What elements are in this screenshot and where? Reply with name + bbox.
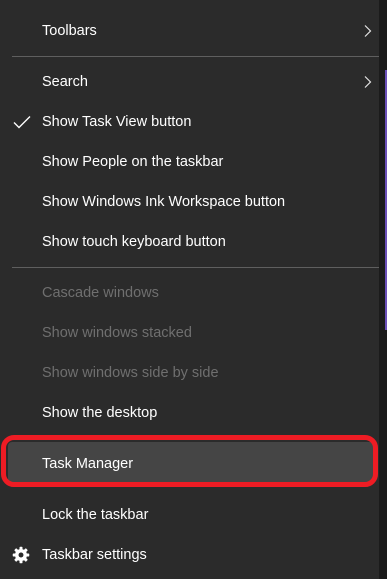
menu-item-label: Cascade windows: [42, 285, 159, 301]
menu-item-taskbar-settings[interactable]: Taskbar settings: [0, 535, 379, 575]
menu-separator: [12, 267, 379, 268]
highlight-annotation-outline: [1, 435, 378, 487]
menu-item-show-people[interactable]: Show People on the taskbar: [0, 142, 379, 182]
menu-item-show-windows-stacked: Show windows stacked: [0, 313, 379, 353]
menu-item-show-task-view-button[interactable]: Show Task View button: [0, 102, 379, 142]
menu-item-toolbars[interactable]: Toolbars: [0, 11, 379, 51]
menu-item-label: Show the desktop: [42, 405, 158, 421]
menu-item-show-windows-side-by-side: Show windows side by side: [0, 353, 379, 393]
menu-item-label: Show People on the taskbar: [42, 154, 224, 170]
menu-item-lock-the-taskbar[interactable]: Lock the taskbar: [0, 495, 379, 535]
menu-item-label: Show windows stacked: [42, 325, 192, 341]
menu-item-search[interactable]: Search: [0, 62, 379, 102]
menu-item-cascade-windows: Cascade windows: [0, 273, 379, 313]
menu-item-label: Show windows side by side: [42, 365, 219, 381]
chevron-right-icon: [364, 76, 372, 88]
menu-item-show-the-desktop[interactable]: Show the desktop: [0, 393, 379, 433]
menu-item-label: Search: [42, 74, 88, 90]
menu-item-label: Taskbar settings: [42, 547, 147, 563]
menu-item-show-touch-keyboard[interactable]: Show touch keyboard button: [0, 222, 379, 262]
menu-item-label: Lock the taskbar: [42, 507, 149, 523]
taskbar-context-menu: Toolbars Search Show Task View button Sh…: [0, 0, 379, 579]
menu-separator: [12, 56, 379, 57]
menu-item-label: Show touch keyboard button: [42, 234, 226, 250]
checkmark-icon: [13, 116, 31, 129]
menu-item-label: Show Windows Ink Workspace button: [42, 194, 286, 210]
menu-item-label: Toolbars: [42, 23, 97, 39]
menu-item-show-windows-ink[interactable]: Show Windows Ink Workspace button: [0, 182, 379, 222]
menu-item-label: Show Task View button: [42, 114, 192, 130]
chevron-right-icon: [364, 25, 372, 37]
gear-icon: [12, 546, 30, 564]
